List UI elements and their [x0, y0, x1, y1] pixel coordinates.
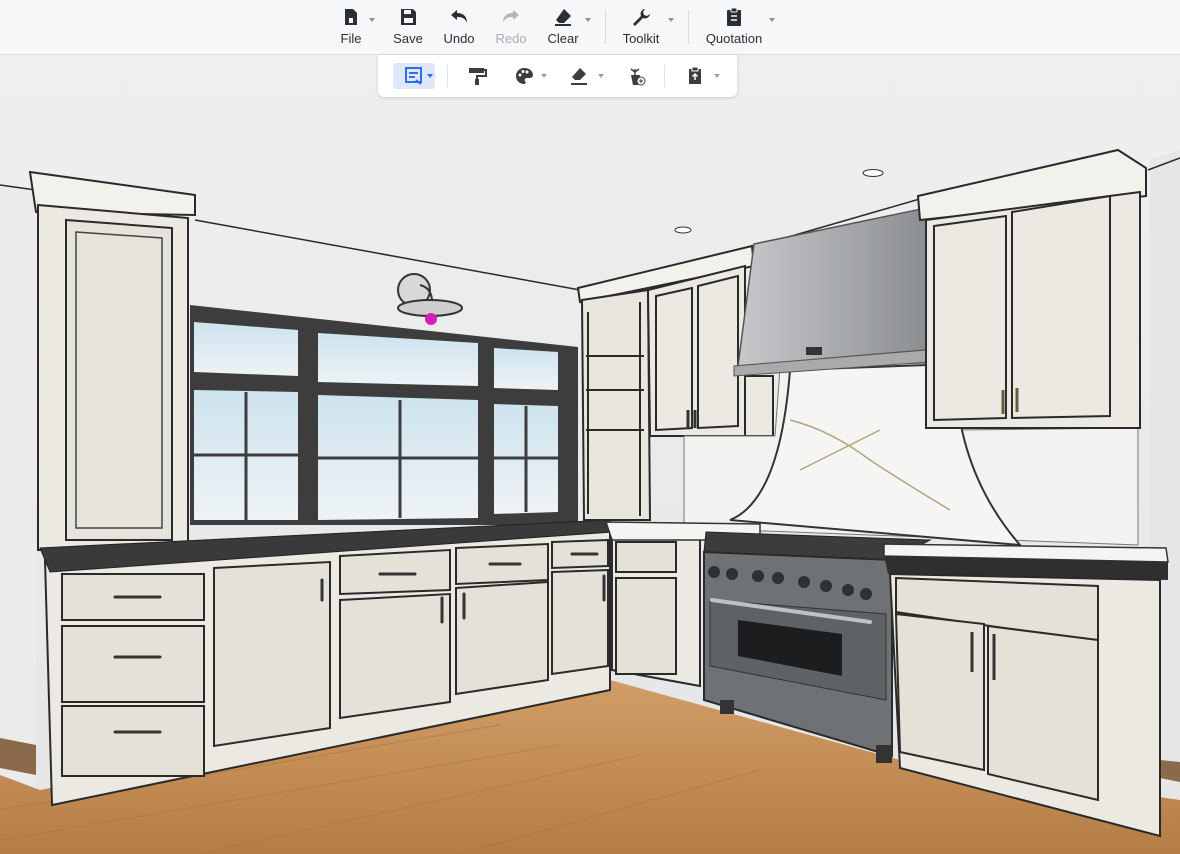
- selection-handle[interactable]: [425, 313, 437, 325]
- redo-icon: [503, 10, 519, 23]
- 3d-scene-viewport[interactable]: [0, 55, 1180, 854]
- plant-add-icon: [630, 68, 646, 86]
- paste-tool-caret[interactable]: [714, 74, 720, 78]
- upper-wall-cabinet-right[interactable]: [916, 148, 1147, 429]
- toolbar-divider: [688, 10, 689, 44]
- paste-icon: [689, 66, 701, 84]
- undo-button[interactable]: Undo: [441, 6, 477, 50]
- toolbar-divider: [605, 10, 606, 44]
- toolkit-label: Toolkit: [622, 31, 660, 46]
- undo-icon: [451, 10, 467, 23]
- clear-button[interactable]: Clear: [546, 6, 580, 50]
- file-icon: [345, 9, 357, 25]
- eraser-brush-icon: [571, 68, 587, 85]
- save-label: Save: [393, 31, 423, 46]
- eraser-tool-button[interactable]: [566, 63, 592, 89]
- palette-icon: [516, 68, 533, 84]
- material-palette-tool-button[interactable]: [511, 63, 537, 89]
- file-button[interactable]: File: [338, 6, 364, 50]
- drawer-front[interactable]: [339, 548, 451, 596]
- top-toolbar: File Save Undo Redo Clear Toolkit Quotat…: [0, 0, 1180, 55]
- drawer-front[interactable]: [615, 541, 677, 573]
- palette-tool-caret[interactable]: [541, 74, 547, 78]
- paint-brush-tool-button[interactable]: [464, 63, 490, 89]
- quotation-button[interactable]: Quotation: [703, 6, 765, 50]
- clear-dropdown-caret[interactable]: [585, 18, 591, 22]
- cabinet-door[interactable]: [551, 568, 609, 676]
- cabinet-door[interactable]: [213, 560, 331, 748]
- floating-tool-bar: [378, 55, 737, 97]
- window-pane: [494, 348, 558, 390]
- window-pane: [194, 322, 298, 376]
- recessed-light[interactable]: [674, 226, 692, 234]
- quotation-label: Quotation: [705, 31, 763, 46]
- save-button[interactable]: Save: [392, 6, 424, 50]
- tall-pantry-cabinet[interactable]: [28, 170, 196, 551]
- file-label: File: [340, 31, 362, 46]
- clear-label: Clear: [547, 31, 579, 46]
- paint-roller-icon: [469, 68, 487, 85]
- redo-label: Redo: [495, 31, 527, 46]
- select-tool-caret[interactable]: [427, 74, 433, 78]
- paste-tool-button[interactable]: [682, 63, 708, 89]
- left-wall: [0, 185, 36, 800]
- redo-button[interactable]: Redo: [495, 6, 527, 50]
- wrench-icon: [633, 9, 650, 26]
- select-tool-button[interactable]: [393, 63, 435, 89]
- drawer-front[interactable]: [61, 625, 205, 703]
- subbar-divider: [447, 65, 448, 87]
- plant-add-tool-button[interactable]: [623, 63, 649, 89]
- file-dropdown-caret[interactable]: [369, 18, 375, 22]
- subbar-divider: [664, 65, 665, 87]
- eraser-icon: [555, 9, 571, 26]
- toolkit-dropdown-caret[interactable]: [668, 18, 674, 22]
- cabinet-door[interactable]: [455, 580, 549, 696]
- drawer-front[interactable]: [61, 705, 205, 777]
- select-list-icon: [405, 67, 422, 85]
- eraser-tool-caret[interactable]: [598, 74, 604, 78]
- save-icon: [401, 9, 416, 25]
- clipboard-icon: [727, 7, 741, 26]
- recessed-light[interactable]: [862, 169, 884, 177]
- quotation-dropdown-caret[interactable]: [769, 18, 775, 22]
- toolkit-button[interactable]: Toolkit: [620, 6, 662, 50]
- hood-brand-plate: [806, 347, 822, 355]
- cabinet-door[interactable]: [339, 592, 451, 720]
- cabinet-door[interactable]: [615, 577, 677, 675]
- undo-label: Undo: [443, 31, 475, 46]
